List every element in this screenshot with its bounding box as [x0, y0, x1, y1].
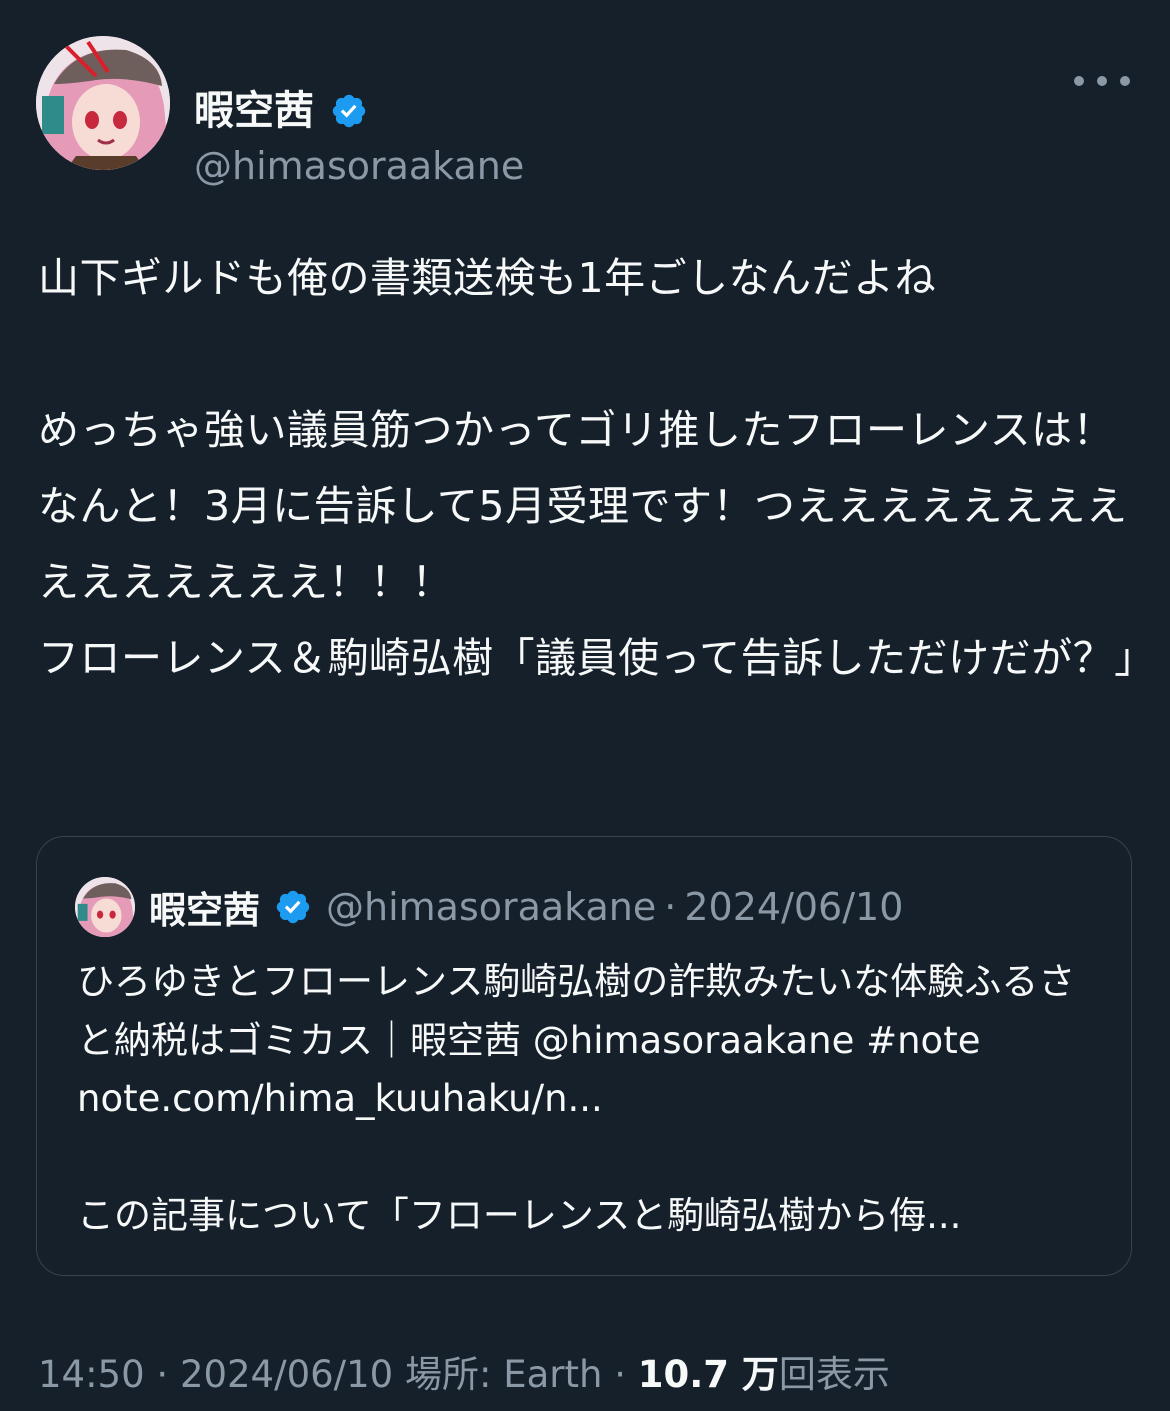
meta-separator: · [614, 1353, 626, 1396]
quoted-author-avatar [75, 877, 135, 937]
author-display-name[interactable]: 暇空茜 [194, 86, 314, 136]
tweet-date[interactable]: 2024/06/10 [180, 1353, 393, 1396]
quoted-separator: · [664, 885, 677, 929]
meta-separator: · [156, 1353, 169, 1396]
quoted-tweet-body: ひろゆきとフローレンス駒崎弘樹の詐欺みたいな体験ふるさと納税はゴミカス｜暇空茜 … [77, 960, 1076, 1237]
verified-badge-icon [276, 890, 310, 924]
quoted-author-display-name: 暇空茜 [149, 889, 260, 932]
more-options-icon[interactable] [1074, 72, 1130, 90]
author-handle[interactable]: @himasoraakane [194, 142, 524, 190]
view-count-label: 回表示 [778, 1353, 890, 1396]
verified-badge-icon [332, 94, 366, 128]
author-avatar[interactable] [36, 36, 170, 170]
tweet-body: 山下ギルドも俺の書類送検も1年ごしなんだよね めっちゃ強い議員筋つかってゴリ推し… [38, 254, 1156, 682]
quoted-tweet[interactable]: 暇空茜 @himasoraakane · 2024/06/10 ひろゆきとフロー… [36, 836, 1132, 1276]
quoted-tweet-header: 暇空茜 @himasoraakane · 2024/06/10 [75, 877, 903, 937]
tweet-meta: 14:50 · 2024/06/10 場所: Earth · 10.7 万回表示 [38, 1350, 890, 1400]
view-count: 10.7 万 [637, 1353, 779, 1396]
tweet-time[interactable]: 14:50 [38, 1353, 145, 1396]
tweet-location: 場所: Earth [404, 1353, 603, 1396]
tweet-header: 暇空茜 @himasoraakane [36, 36, 1130, 188]
quoted-author-handle: @himasoraakane [326, 885, 657, 929]
quoted-date: 2024/06/10 [684, 885, 904, 929]
